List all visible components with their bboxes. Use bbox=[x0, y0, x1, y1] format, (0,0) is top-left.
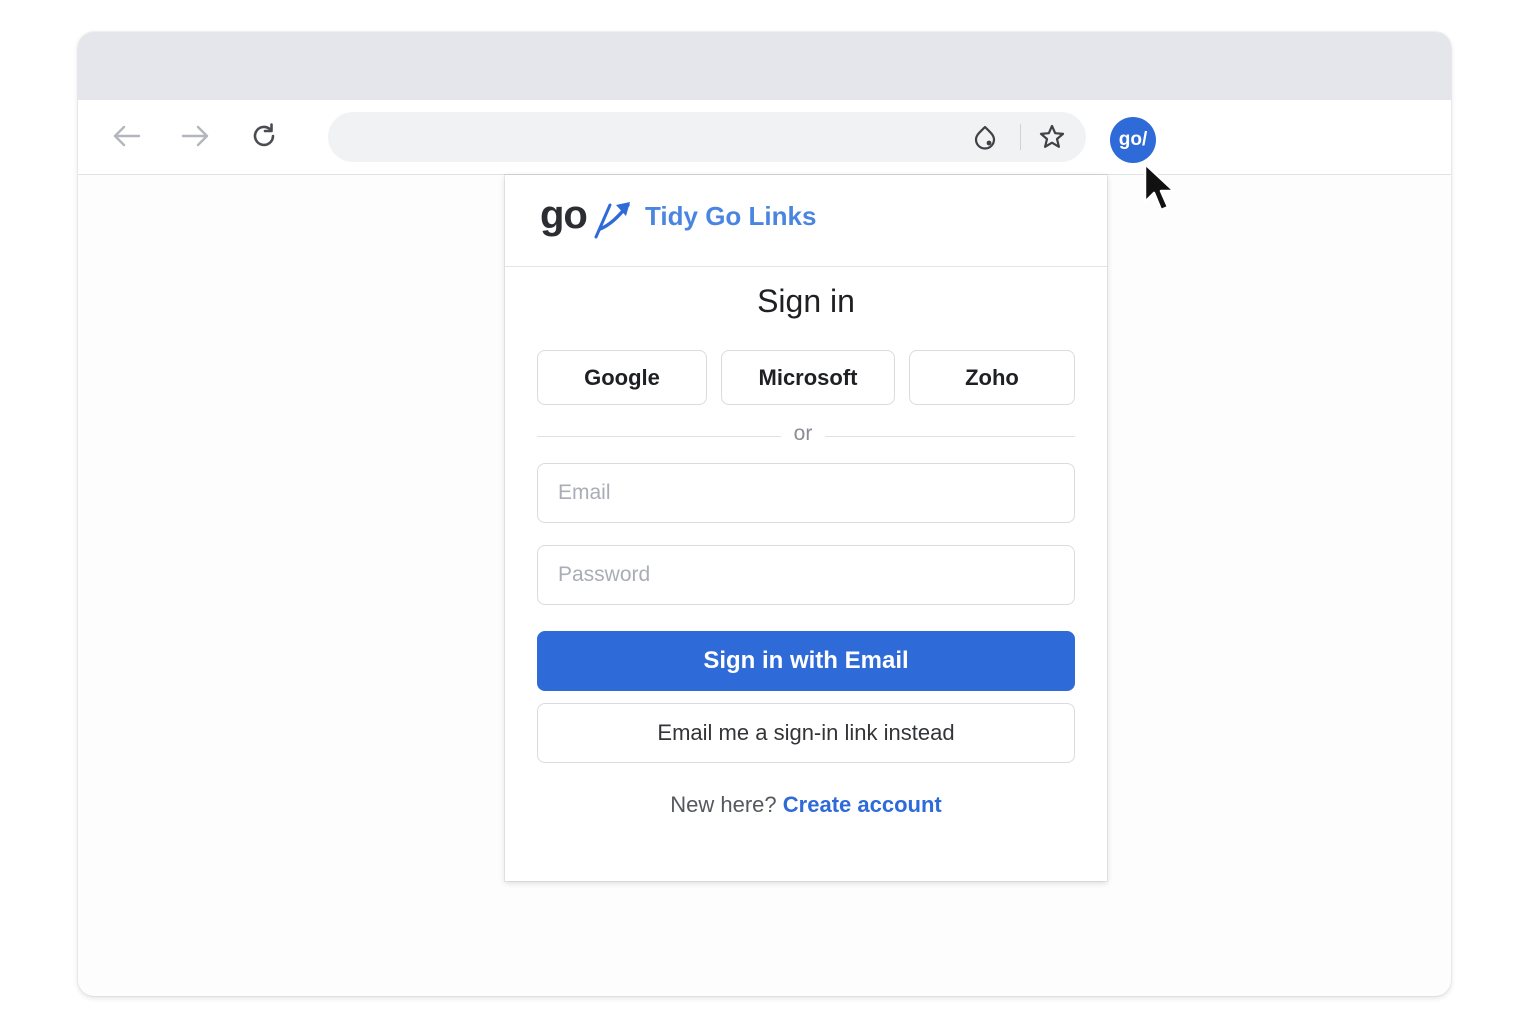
create-account-link[interactable]: Create account bbox=[783, 792, 942, 817]
email-sign-in-link-button[interactable]: Email me a sign-in link instead bbox=[537, 703, 1075, 763]
address-bar[interactable] bbox=[328, 112, 1086, 162]
page-title: Sign in bbox=[757, 283, 855, 319]
omnibox-divider bbox=[1020, 124, 1021, 150]
star-icon bbox=[1039, 124, 1065, 148]
signup-prompt-text: New here? bbox=[670, 792, 777, 817]
browser-toolbar: go/ bbox=[78, 100, 1451, 175]
logo-text: go bbox=[540, 193, 588, 237]
arrow-left-icon bbox=[113, 125, 141, 147]
zoho-sign-in-button[interactable]: Zoho bbox=[909, 350, 1075, 405]
tune-icon bbox=[974, 125, 996, 150]
divider-line-left bbox=[537, 436, 781, 437]
divider-line-right bbox=[825, 436, 1075, 437]
forward-button[interactable] bbox=[176, 118, 216, 154]
extension-popup: go Tidy Go Links Sign in Google Microsof… bbox=[505, 175, 1107, 881]
signup-prompt: New here? Create account bbox=[505, 792, 1107, 818]
site-settings-button[interactable] bbox=[970, 122, 1000, 152]
reload-button[interactable] bbox=[244, 118, 284, 154]
back-button[interactable] bbox=[106, 118, 146, 154]
sign-in-with-email-button[interactable]: Sign in with Email bbox=[537, 631, 1075, 691]
brand-name: Tidy Go Links bbox=[645, 201, 817, 231]
arrow-logo-icon bbox=[594, 202, 630, 239]
password-field[interactable] bbox=[537, 545, 1075, 605]
browser-window: go/ go Tidy Go Links Sign in Google Micr… bbox=[78, 32, 1451, 996]
popup-header: go Tidy Go Links bbox=[505, 175, 1107, 267]
microsoft-sign-in-button[interactable]: Microsoft bbox=[721, 350, 895, 405]
brand-logo: go bbox=[540, 193, 632, 243]
arrow-right-icon bbox=[181, 125, 209, 147]
divider-text: or bbox=[793, 422, 813, 445]
tab-strip bbox=[78, 32, 1451, 100]
reload-icon bbox=[253, 123, 275, 147]
email-field[interactable] bbox=[537, 463, 1075, 523]
bookmark-button[interactable] bbox=[1037, 122, 1067, 152]
google-sign-in-button[interactable]: Google bbox=[537, 350, 707, 405]
extension-button[interactable]: go/ bbox=[1110, 117, 1156, 163]
